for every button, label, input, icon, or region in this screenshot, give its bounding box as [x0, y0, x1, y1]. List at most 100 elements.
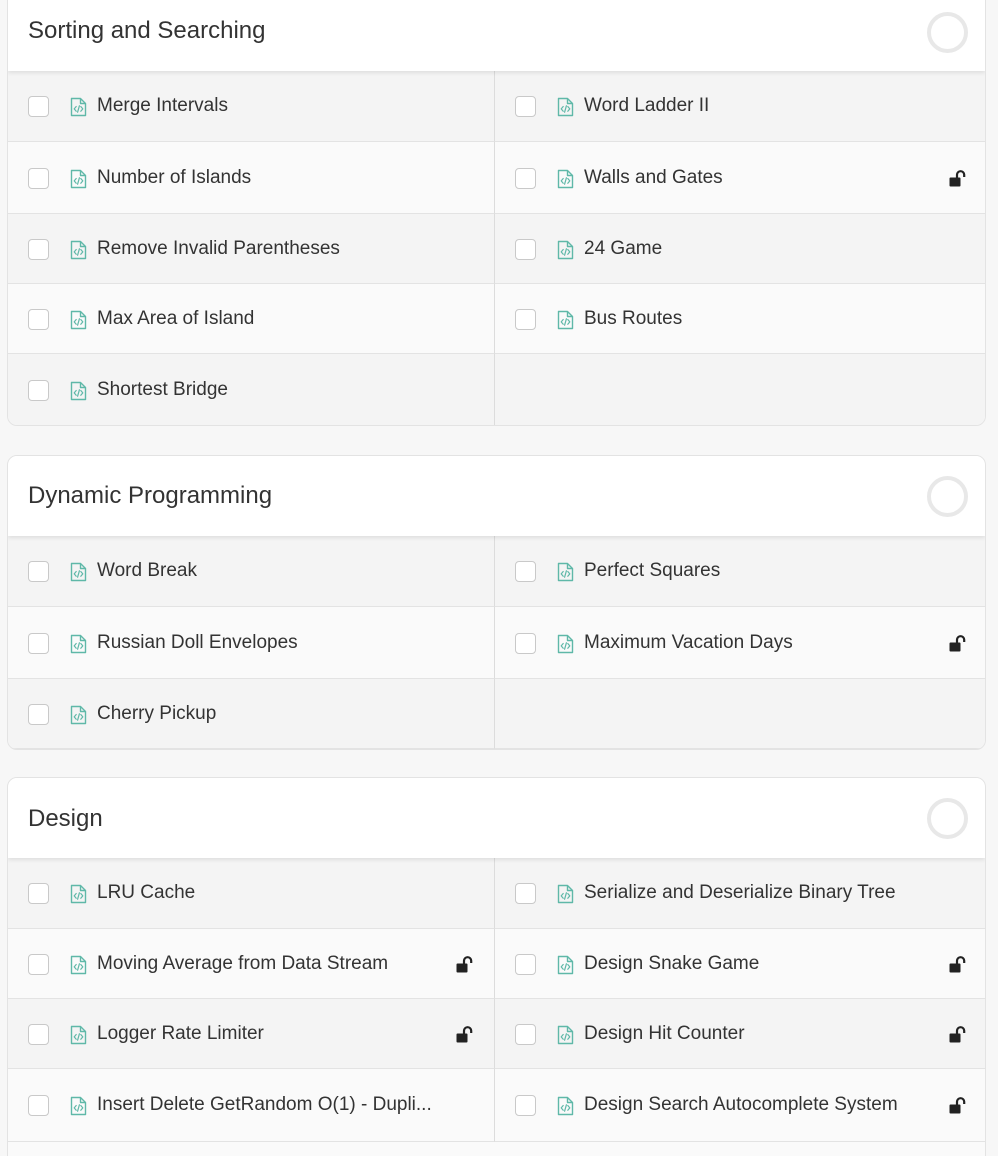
problem-item[interactable]: Word Break — [8, 536, 495, 607]
complete-checkbox[interactable] — [28, 883, 49, 904]
problem-title-link[interactable]: Cherry Pickup — [97, 703, 216, 725]
code-file-icon — [70, 1025, 87, 1045]
code-file-icon — [70, 381, 87, 401]
complete-checkbox[interactable] — [515, 1095, 536, 1116]
unlock-icon — [949, 956, 967, 973]
problem-title-link[interactable]: Design Hit Counter — [584, 1023, 745, 1045]
problem-item[interactable]: Moving Average from Data Stream — [8, 929, 495, 999]
section-title: Sorting and Searching — [28, 17, 266, 44]
complete-checkbox[interactable] — [28, 380, 49, 401]
problem-item[interactable]: Shortest Bridge — [8, 354, 495, 425]
code-file-icon — [70, 705, 87, 725]
complete-checkbox[interactable] — [28, 96, 49, 117]
complete-checkbox[interactable] — [28, 239, 49, 260]
problem-item[interactable]: Maximum Vacation Days — [495, 607, 985, 679]
problem-title-link[interactable]: Merge Intervals — [97, 95, 228, 117]
complete-checkbox[interactable] — [515, 561, 536, 582]
complete-checkbox[interactable] — [515, 168, 536, 189]
complete-checkbox[interactable] — [515, 633, 536, 654]
unlock-icon — [456, 1026, 474, 1043]
code-file-icon — [557, 240, 574, 260]
problem-title-link[interactable]: Moving Average from Data Stream — [97, 953, 388, 975]
problem-title-link[interactable]: 24 Game — [584, 238, 662, 260]
complete-checkbox[interactable] — [28, 1024, 49, 1045]
code-file-icon — [70, 1096, 87, 1116]
section-header[interactable]: Design — [8, 778, 985, 858]
problem-item[interactable]: Serialize and Deserialize Binary Tree — [495, 858, 985, 929]
complete-checkbox[interactable] — [28, 309, 49, 330]
section-header[interactable]: Dynamic Programming — [8, 456, 985, 536]
code-file-icon — [557, 310, 574, 330]
problem-title-link[interactable]: Max Area of Island — [97, 308, 254, 330]
problem-title-link[interactable]: Logger Rate Limiter — [97, 1023, 264, 1045]
problem-title-link[interactable]: Serialize and Deserialize Binary Tree — [584, 882, 896, 904]
problem-title-link[interactable]: Maximum Vacation Days — [584, 632, 793, 654]
problem-item[interactable]: Perfect Squares — [495, 536, 985, 607]
section-title: Design — [28, 805, 103, 832]
problem-item[interactable]: Design Hit Counter — [495, 999, 985, 1069]
problem-title-link[interactable]: Design Snake Game — [584, 953, 759, 975]
complete-checkbox[interactable] — [515, 239, 536, 260]
progress-ring — [927, 798, 968, 839]
problem-title-link[interactable]: LRU Cache — [97, 882, 195, 904]
code-file-icon — [557, 634, 574, 654]
unlock-icon — [949, 170, 967, 187]
problem-grid: LRU Cache Serialize and Deserialize Bina… — [8, 858, 985, 1142]
code-file-icon — [70, 955, 87, 975]
problem-item[interactable]: Design Snake Game — [495, 929, 985, 999]
code-file-icon — [70, 310, 87, 330]
section-title: Dynamic Programming — [28, 482, 273, 509]
problem-title-link[interactable]: Russian Doll Envelopes — [97, 632, 298, 654]
problem-title-link[interactable]: Word Break — [97, 560, 197, 582]
complete-checkbox[interactable] — [515, 1024, 536, 1045]
problem-item[interactable]: Remove Invalid Parentheses — [8, 214, 495, 284]
code-file-icon — [557, 884, 574, 904]
problem-title-link[interactable]: Number of Islands — [97, 167, 251, 189]
problem-title-link[interactable]: Design Search Autocomplete System — [584, 1094, 898, 1116]
problem-title-link[interactable]: Remove Invalid Parentheses — [97, 238, 340, 260]
code-file-icon — [70, 97, 87, 117]
code-file-icon — [70, 240, 87, 260]
complete-checkbox[interactable] — [28, 954, 49, 975]
problem-item[interactable]: Number of Islands — [8, 142, 495, 214]
problem-item[interactable]: Merge Intervals — [8, 71, 495, 142]
section-design: Design LRU Cache Serialize and Deseriali… — [7, 777, 986, 1156]
section-dynamic-programming: Dynamic Programming Word Break Perfect S… — [7, 455, 986, 750]
complete-checkbox[interactable] — [515, 309, 536, 330]
problem-item[interactable]: 24 Game — [495, 214, 985, 284]
problem-item[interactable]: Cherry Pickup — [8, 679, 495, 749]
complete-checkbox[interactable] — [28, 704, 49, 725]
problem-item[interactable]: LRU Cache — [8, 858, 495, 929]
problem-item[interactable]: Russian Doll Envelopes — [8, 607, 495, 679]
unlock-icon — [949, 1026, 967, 1043]
complete-checkbox[interactable] — [28, 633, 49, 654]
problem-title-link[interactable]: Bus Routes — [584, 308, 682, 330]
complete-checkbox[interactable] — [28, 561, 49, 582]
problem-item[interactable]: Bus Routes — [495, 284, 985, 354]
progress-ring — [927, 476, 968, 517]
problem-title-link[interactable]: Shortest Bridge — [97, 379, 228, 401]
empty-cell — [495, 354, 985, 425]
complete-checkbox[interactable] — [515, 883, 536, 904]
section-header[interactable]: Sorting and Searching — [8, 0, 985, 71]
problem-item[interactable]: Design Search Autocomplete System — [495, 1069, 985, 1142]
problem-title-link[interactable]: Insert Delete GetRandom O(1) - Dupli... — [97, 1094, 432, 1116]
complete-checkbox[interactable] — [515, 96, 536, 117]
code-file-icon — [70, 562, 87, 582]
problem-title-link[interactable]: Perfect Squares — [584, 560, 720, 582]
problem-item[interactable]: Word Ladder II — [495, 71, 985, 142]
problem-item[interactable]: Logger Rate Limiter — [8, 999, 495, 1069]
code-file-icon — [70, 169, 87, 189]
problem-title-link[interactable]: Walls and Gates — [584, 167, 723, 189]
problem-item[interactable]: Max Area of Island — [8, 284, 495, 354]
empty-cell — [495, 679, 985, 749]
problem-item[interactable]: Insert Delete GetRandom O(1) - Dupli... — [8, 1069, 495, 1142]
code-file-icon — [70, 634, 87, 654]
complete-checkbox[interactable] — [515, 954, 536, 975]
problem-title-link[interactable]: Word Ladder II — [584, 95, 709, 117]
code-file-icon — [557, 97, 574, 117]
code-file-icon — [557, 562, 574, 582]
complete-checkbox[interactable] — [28, 168, 49, 189]
problem-item[interactable]: Walls and Gates — [495, 142, 985, 214]
complete-checkbox[interactable] — [28, 1095, 49, 1116]
